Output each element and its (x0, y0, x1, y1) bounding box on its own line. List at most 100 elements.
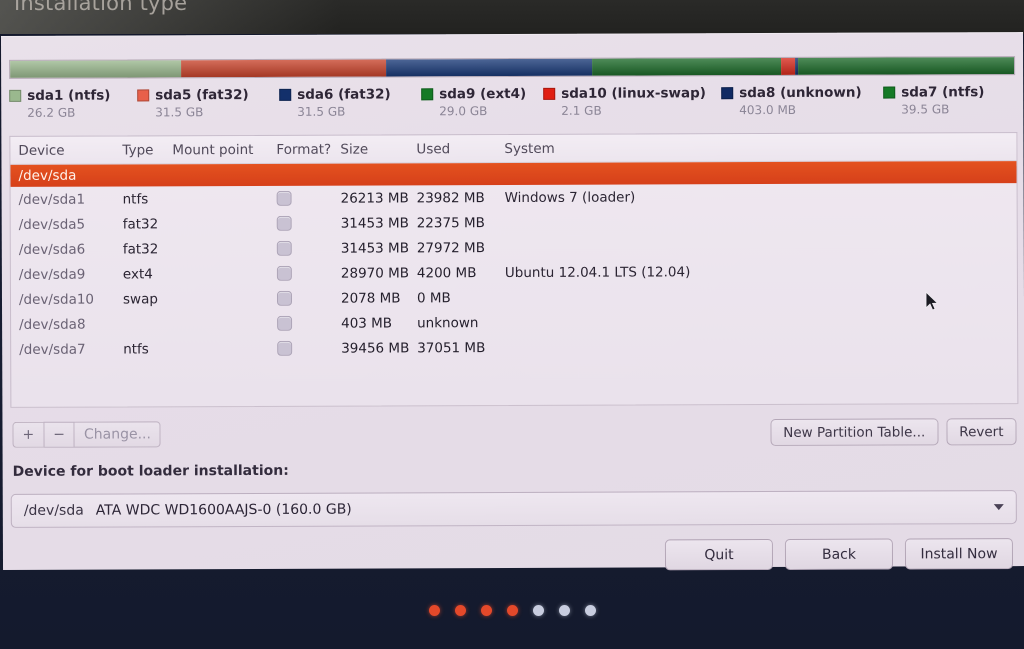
slideshow-dot[interactable] (506, 605, 518, 616)
change-partition-button[interactable]: Change... (73, 421, 161, 448)
cell-format (269, 240, 333, 256)
table-row[interactable]: /dev/sda6 fat32 31453 MB 27972 MB (11, 233, 1017, 262)
legend-item: sda8 (unknown) 403.0 MB (721, 83, 883, 118)
column-header-size[interactable]: Size (332, 141, 408, 157)
legend-color-swatch-icon (137, 88, 150, 101)
cell-device: /dev/sda7 (19, 341, 86, 358)
legend-item: sda7 (ntfs) 39.5 GB (883, 82, 1003, 117)
format-checkbox[interactable] (276, 290, 293, 306)
mouse-cursor-icon (925, 291, 939, 311)
cell-used: 0 MB (416, 289, 451, 306)
table-row[interactable]: /dev/sda9 ext4 28970 MB 4200 MB Ubuntu 12.04… (11, 258, 1017, 287)
cell-device: /dev/sda9 (18, 266, 86, 283)
remove-partition-button[interactable]: − (43, 421, 75, 448)
column-header-used[interactable]: Used (408, 141, 496, 157)
legend-item: sda5 (fat32) 31.5 GB (137, 85, 279, 120)
partition-toolbar: + − Change... (12, 421, 161, 448)
slideshow-dot[interactable] (558, 605, 570, 616)
slideshow-progress-dots (0, 605, 1024, 616)
table-row[interactable]: /dev/sda5 fat32 31453 MB 22375 MB (11, 208, 1017, 237)
column-header-device[interactable]: Device (10, 142, 114, 158)
partition-bar-container (9, 56, 1016, 79)
format-checkbox[interactable] (277, 315, 293, 331)
legend-label: sda10 (linux-swap) (561, 84, 706, 102)
cell-used: 37051 MB (417, 339, 486, 356)
partition-bar-segment-sda1[interactable] (10, 60, 181, 78)
slideshow-dot[interactable] (428, 605, 440, 616)
format-checkbox[interactable] (276, 240, 292, 256)
cell-format (269, 340, 333, 356)
legend-size: 29.0 GB (439, 104, 488, 119)
partition-bar-segment-sda7[interactable] (798, 57, 1015, 75)
legend-size: 31.5 GB (155, 105, 204, 120)
bootloader-device-description: ATA WDC WD1600AAJS-0 (160.0 GB) (95, 501, 352, 519)
partition-bar-segment-sda6[interactable] (386, 58, 593, 77)
install-now-button[interactable]: Install Now (904, 538, 1014, 570)
column-header-system[interactable]: System (496, 139, 1016, 157)
cell-size: 403 MB (341, 314, 393, 332)
cell-size: 2078 MB (340, 289, 401, 307)
legend-label: sda9 (ext4) (439, 85, 527, 102)
slideshow-dot[interactable] (480, 605, 492, 616)
cell-device: /dev/sda8 (19, 316, 86, 333)
legend-item: sda10 (linux-swap) 2.1 GB (543, 83, 721, 118)
legend-color-swatch-icon (721, 86, 734, 99)
legend-color-swatch-icon (421, 87, 434, 100)
quit-button[interactable]: Quit (664, 539, 774, 571)
cell-size: 28970 MB (340, 264, 409, 282)
format-checkbox[interactable] (276, 190, 292, 206)
legend-item: sda9 (ext4) 29.0 GB (421, 84, 543, 118)
format-checkbox[interactable] (276, 265, 292, 281)
new-partition-table-button[interactable]: New Partition Table... (770, 418, 939, 447)
add-partition-button[interactable]: + (12, 421, 44, 448)
revert-button[interactable]: Revert (946, 418, 1017, 446)
cell-type: fat32 (122, 240, 159, 257)
partition-table[interactable]: Device Type Mount point Format? Size Used Syst… (9, 132, 1019, 408)
partition-bar-segment-sda5[interactable] (180, 59, 387, 78)
window-title-bar: Installation type (0, 0, 1024, 34)
legend-size: 2.1 GB (561, 103, 602, 118)
cell-device: /dev/sda10 (18, 291, 95, 308)
table-row[interactable]: /dev/sda8 403 MB unknown (11, 308, 1017, 337)
cell-type: ext4 (122, 265, 153, 282)
legend-label: sda8 (unknown) (739, 84, 862, 101)
back-button[interactable]: Back (784, 538, 894, 570)
cell-device: /dev/sda5 (18, 216, 86, 233)
partition-usage-bar[interactable] (9, 56, 1016, 79)
chevron-down-icon (993, 504, 1004, 511)
table-body: /dev/sda/dev/sda1 ntfs 26213 MB 23982 MB Win… (10, 161, 1017, 362)
cell-used: 4200 MB (416, 264, 477, 281)
format-checkbox[interactable] (277, 340, 293, 356)
bootloader-label: Device for boot loader installation: (12, 462, 289, 480)
partition-legend: sda1 (ntfs) 26.2 GB sda5 (fat32) 31.5 GB sda… (9, 82, 1019, 128)
legend-size: 31.5 GB (297, 104, 346, 119)
cell-format (269, 190, 333, 206)
cell-used: 23982 MB (416, 189, 485, 206)
partition-bar-segment-sda10[interactable] (781, 57, 796, 75)
column-header-mount-point[interactable]: Mount point (164, 141, 268, 157)
bootloader-device-select[interactable]: /dev/sda ATA WDC WD1600AAJS-0 (160.0 GB) (10, 490, 1017, 528)
table-row[interactable]: /dev/sda7 ntfs 39456 MB 37051 MB (11, 333, 1017, 362)
slideshow-dot[interactable] (454, 605, 466, 616)
legend-item: sda1 (ntfs) 26.2 GB (9, 85, 137, 120)
slideshow-dot[interactable] (584, 605, 596, 616)
partition-table-actions: New Partition Table... Revert (770, 418, 1017, 447)
column-header-type[interactable]: Type (114, 142, 164, 158)
legend-size: 26.2 GB (27, 105, 76, 120)
format-checkbox[interactable] (276, 215, 292, 231)
cell-format (269, 315, 333, 331)
cell-type: ntfs (123, 340, 149, 357)
legend-color-swatch-icon (9, 89, 22, 102)
cell-device: /dev/sda6 (18, 241, 86, 258)
legend-color-swatch-icon (543, 87, 556, 100)
partition-bar-segment-sda9[interactable] (592, 57, 782, 76)
legend-size: 403.0 MB (739, 102, 797, 118)
table-row[interactable]: /dev/sda10 swap 2078 MB 0 MB (11, 283, 1017, 312)
cell-size: 31453 MB (340, 239, 409, 257)
cell-used: unknown (417, 314, 479, 331)
table-row[interactable]: /dev/sda1 ntfs 26213 MB 23982 MB Windows 7 (… (11, 183, 1017, 212)
column-header-format[interactable]: Format? (268, 141, 332, 157)
slideshow-dot[interactable] (532, 605, 544, 616)
table-header-row: Device Type Mount point Format? Size Used Syst… (10, 133, 1017, 165)
legend-label: sda7 (ntfs) (901, 83, 985, 101)
